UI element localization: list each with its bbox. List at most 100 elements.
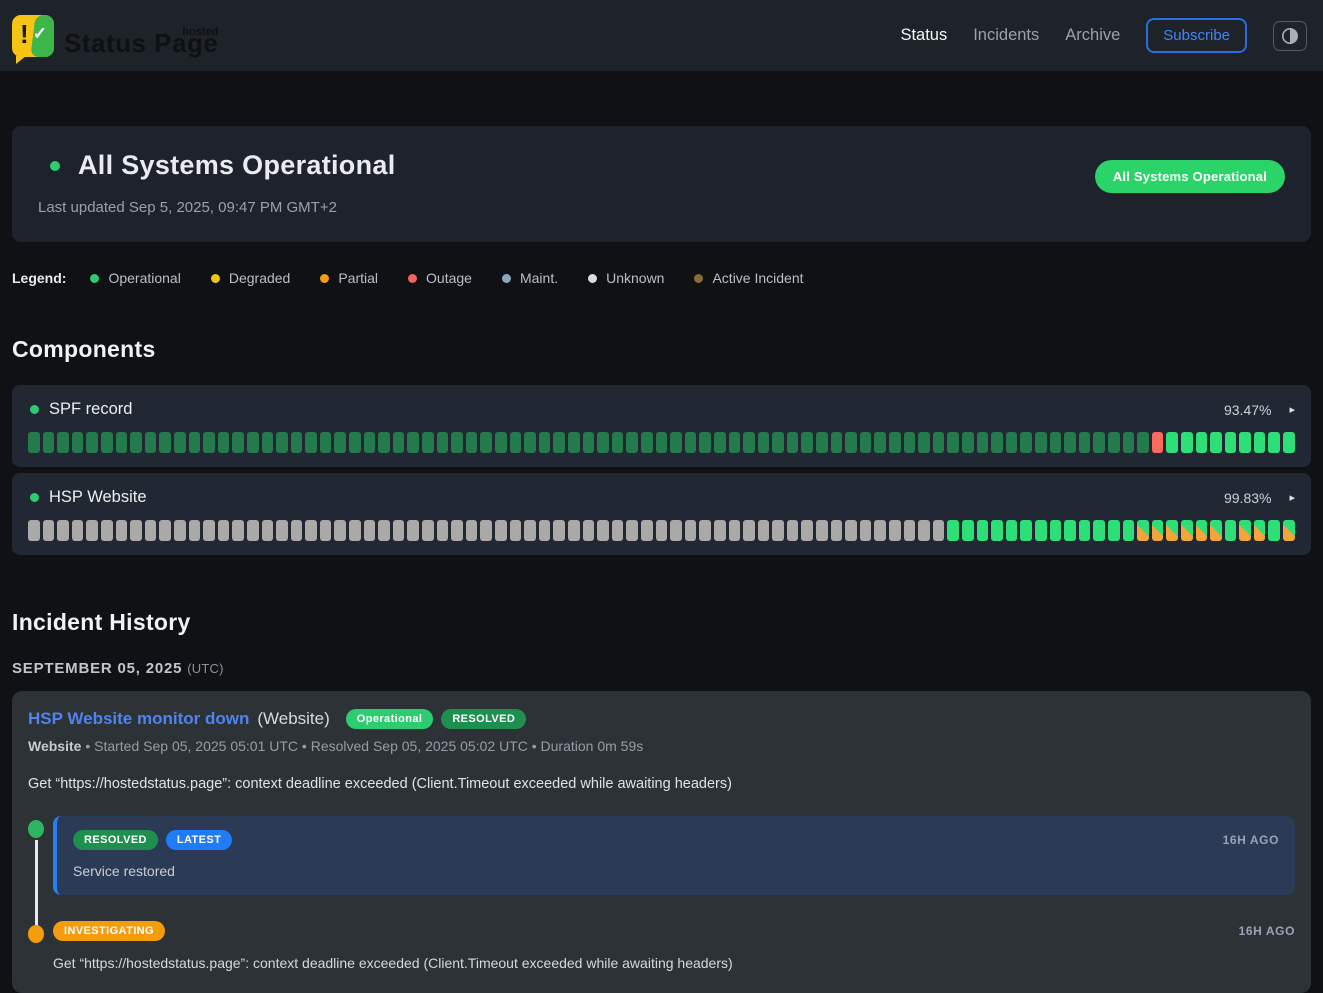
- uptime-bar-nodata[interactable]: [276, 520, 288, 541]
- uptime-bar-nodata[interactable]: [772, 520, 784, 541]
- uptime-bar-muted[interactable]: [349, 432, 361, 453]
- uptime-bar-nodata[interactable]: [729, 520, 741, 541]
- uptime-bar-nodata[interactable]: [218, 520, 230, 541]
- uptime-bar-muted[interactable]: [510, 432, 522, 453]
- uptime-bar-muted[interactable]: [743, 432, 755, 453]
- uptime-bar-up[interactable]: [1239, 432, 1251, 453]
- uptime-bar-up[interactable]: [1093, 520, 1105, 541]
- uptime-bar-nodata[interactable]: [904, 520, 916, 541]
- uptime-bar-muted[interactable]: [159, 432, 171, 453]
- uptime-bar-muted[interactable]: [218, 432, 230, 453]
- uptime-bar-nodata[interactable]: [43, 520, 55, 541]
- uptime-bar-nodata[interactable]: [189, 520, 201, 541]
- uptime-bar-muted[interactable]: [568, 432, 580, 453]
- uptime-bar-muted[interactable]: [874, 432, 886, 453]
- brand[interactable]: ! ✓ hosted Status Page: [12, 15, 218, 57]
- expand-arrow-icon[interactable]: ▸: [1289, 491, 1295, 504]
- uptime-bar-muted[interactable]: [947, 432, 959, 453]
- nav-link-archive[interactable]: Archive: [1065, 26, 1120, 45]
- uptime-bar-nodata[interactable]: [174, 520, 186, 541]
- uptime-bar-nodata[interactable]: [364, 520, 376, 541]
- uptime-bar-muted[interactable]: [291, 432, 303, 453]
- uptime-bar-nodata[interactable]: [57, 520, 69, 541]
- uptime-bar-muted[interactable]: [641, 432, 653, 453]
- uptime-bar-nodata[interactable]: [801, 520, 813, 541]
- uptime-bar-down[interactable]: [1152, 432, 1164, 453]
- uptime-bar-muted[interactable]: [772, 432, 784, 453]
- uptime-bar-nodata[interactable]: [787, 520, 799, 541]
- uptime-bar-nodata[interactable]: [232, 520, 244, 541]
- uptime-bar-up[interactable]: [1283, 432, 1295, 453]
- uptime-bar-muted[interactable]: [101, 432, 113, 453]
- uptime-bar-nodata[interactable]: [437, 520, 449, 541]
- nav-link-status[interactable]: Status: [900, 26, 947, 45]
- uptime-bar-nodata[interactable]: [933, 520, 945, 541]
- uptime-bar-muted[interactable]: [451, 432, 463, 453]
- uptime-bar-muted[interactable]: [597, 432, 609, 453]
- uptime-bar-muted[interactable]: [174, 432, 186, 453]
- uptime-bar-muted[interactable]: [145, 432, 157, 453]
- uptime-bar-nodata[interactable]: [451, 520, 463, 541]
- uptime-bar-nodata[interactable]: [480, 520, 492, 541]
- uptime-bar-mixed[interactable]: [1196, 520, 1208, 541]
- uptime-bar-nodata[interactable]: [101, 520, 113, 541]
- component-header-hsp-website[interactable]: HSP Website99.83%▸: [28, 488, 1295, 507]
- uptime-bar-muted[interactable]: [1108, 432, 1120, 453]
- uptime-bar-nodata[interactable]: [495, 520, 507, 541]
- uptime-bar-muted[interactable]: [787, 432, 799, 453]
- uptime-bar-nodata[interactable]: [130, 520, 142, 541]
- uptime-bar-muted[interactable]: [656, 432, 668, 453]
- uptime-bar-muted[interactable]: [130, 432, 142, 453]
- uptime-bar-nodata[interactable]: [203, 520, 215, 541]
- uptime-bar-up[interactable]: [1035, 520, 1047, 541]
- uptime-bar-up[interactable]: [1108, 520, 1120, 541]
- component-header-spf-record[interactable]: SPF record93.47%▸: [28, 400, 1295, 419]
- uptime-bar-muted[interactable]: [393, 432, 405, 453]
- uptime-bar-muted[interactable]: [685, 432, 697, 453]
- uptime-bar-muted[interactable]: [1137, 432, 1149, 453]
- uptime-bar-muted[interactable]: [977, 432, 989, 453]
- uptime-bar-nodata[interactable]: [743, 520, 755, 541]
- uptime-bar-nodata[interactable]: [641, 520, 653, 541]
- uptime-bar-muted[interactable]: [1006, 432, 1018, 453]
- uptime-bar-muted[interactable]: [320, 432, 332, 453]
- uptime-bar-up[interactable]: [1166, 432, 1178, 453]
- uptime-bar-muted[interactable]: [28, 432, 40, 453]
- uptime-bar-nodata[interactable]: [553, 520, 565, 541]
- uptime-bar-nodata[interactable]: [72, 520, 84, 541]
- uptime-bar-muted[interactable]: [480, 432, 492, 453]
- uptime-bar-up[interactable]: [1210, 432, 1222, 453]
- uptime-bar-nodata[interactable]: [320, 520, 332, 541]
- uptime-bar-nodata[interactable]: [685, 520, 697, 541]
- uptime-bar-muted[interactable]: [626, 432, 638, 453]
- uptime-bar-up[interactable]: [962, 520, 974, 541]
- uptime-bar-up[interactable]: [1123, 520, 1135, 541]
- uptime-bar-mixed[interactable]: [1137, 520, 1149, 541]
- uptime-bar-muted[interactable]: [495, 432, 507, 453]
- uptime-bar-nodata[interactable]: [612, 520, 624, 541]
- uptime-bar-up[interactable]: [1268, 432, 1280, 453]
- uptime-bar-nodata[interactable]: [597, 520, 609, 541]
- uptime-bar-up[interactable]: [947, 520, 959, 541]
- uptime-bar-muted[interactable]: [933, 432, 945, 453]
- uptime-bar-nodata[interactable]: [699, 520, 711, 541]
- uptime-bar-muted[interactable]: [1093, 432, 1105, 453]
- uptime-bar-muted[interactable]: [553, 432, 565, 453]
- uptime-bar-nodata[interactable]: [918, 520, 930, 541]
- uptime-bar-mixed[interactable]: [1210, 520, 1222, 541]
- uptime-bar-nodata[interactable]: [466, 520, 478, 541]
- uptime-bar-muted[interactable]: [57, 432, 69, 453]
- uptime-bar-muted[interactable]: [801, 432, 813, 453]
- uptime-bar-muted[interactable]: [612, 432, 624, 453]
- uptime-bar-nodata[interactable]: [393, 520, 405, 541]
- uptime-bar-nodata[interactable]: [874, 520, 886, 541]
- uptime-bar-nodata[interactable]: [831, 520, 843, 541]
- uptime-bar-muted[interactable]: [1123, 432, 1135, 453]
- uptime-bar-nodata[interactable]: [670, 520, 682, 541]
- uptime-bar-up[interactable]: [1079, 520, 1091, 541]
- uptime-bar-muted[interactable]: [247, 432, 259, 453]
- uptime-bar-up[interactable]: [1181, 432, 1193, 453]
- uptime-bar-nodata[interactable]: [247, 520, 259, 541]
- uptime-bar-mixed[interactable]: [1239, 520, 1251, 541]
- expand-arrow-icon[interactable]: ▸: [1289, 403, 1295, 416]
